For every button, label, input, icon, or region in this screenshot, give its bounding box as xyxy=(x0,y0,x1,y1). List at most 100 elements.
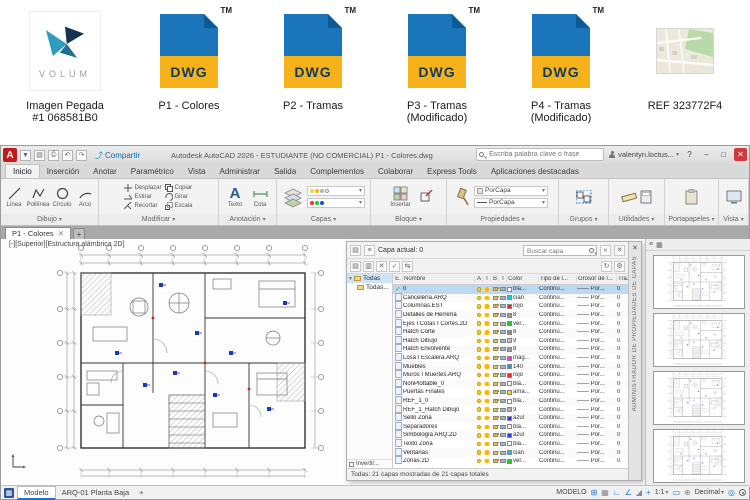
layer-freeze-icon[interactable] xyxy=(483,441,491,447)
layer-row[interactable]: Hatch Envolvente 8 Continu... —— Por... 0 xyxy=(393,345,628,354)
text-tool[interactable]: A Texto xyxy=(224,186,246,208)
palette-collapse-icon[interactable]: « xyxy=(600,244,611,256)
invert-checkbox[interactable] xyxy=(349,461,354,467)
dimension-tool[interactable]: Cota xyxy=(249,186,271,208)
column-header[interactable]: Grosor de l... xyxy=(577,276,617,282)
filter-node-used[interactable]: Todas... xyxy=(347,283,392,292)
layer-transparency-cell[interactable]: 0 xyxy=(617,321,628,327)
layer-transparency-cell[interactable]: 0 xyxy=(617,364,628,370)
panel-label-dibujo[interactable]: Dibujo ▾ xyxy=(1,214,98,225)
layer-row[interactable]: Columnas.EST rojo Continu... —— Por... 0 xyxy=(393,302,628,311)
ribbon-tab-aplicaciones-destacadas[interactable]: Aplicaciones destacadas xyxy=(484,165,586,178)
layer-transparency-cell[interactable]: 0 xyxy=(617,372,628,378)
layer-lock-icon[interactable] xyxy=(491,364,499,369)
layer-row[interactable]: Ventanas cian Continu... —— Por... 0 xyxy=(393,448,628,457)
ribbon-tab-inicio[interactable]: Inicio xyxy=(5,164,40,178)
layer-freeze-icon[interactable] xyxy=(483,330,491,335)
layer-on-icon[interactable] xyxy=(475,390,483,395)
layer-color-cell[interactable]: 8 xyxy=(507,312,539,318)
layer-freeze-icon[interactable] xyxy=(483,381,491,387)
layer-on-icon[interactable] xyxy=(475,364,483,369)
layer-freeze-icon[interactable] xyxy=(483,415,491,421)
layer-on-icon[interactable] xyxy=(475,295,483,301)
layer-transparency-cell[interactable]: 0 xyxy=(617,458,628,464)
layer-linetype-cell[interactable]: Continu... xyxy=(539,312,577,318)
polyline-tool[interactable]: Polilínea xyxy=(27,186,50,208)
layer-plot-icon[interactable] xyxy=(499,441,507,446)
grid-view-icon[interactable]: ▦ xyxy=(656,241,663,249)
file-tab-active[interactable]: P1 - Colores ✕ xyxy=(5,227,71,239)
layer-row[interactable]: Ejes I Cotas I Cortes.2D ver... Continu...… xyxy=(393,319,628,328)
layer-lock-icon[interactable] xyxy=(491,450,499,455)
layer-linetype-cell[interactable]: Continu... xyxy=(539,295,577,301)
layer-lineweight-cell[interactable]: —— Por... xyxy=(577,364,617,370)
layer-color-cell[interactable]: ama... xyxy=(507,389,539,395)
layer-lineweight-cell[interactable]: —— Por... xyxy=(577,441,617,447)
layer-linetype-cell[interactable]: Continu... xyxy=(539,303,577,309)
layer-on-icon[interactable] xyxy=(475,304,483,309)
object-color-dropdown[interactable]: PorCapa ▾ xyxy=(474,185,548,196)
layer-linetype-cell[interactable]: Continu... xyxy=(539,450,577,456)
layer-lock-icon[interactable] xyxy=(491,330,499,335)
layer-plot-icon[interactable] xyxy=(499,313,507,318)
layer-transparency-cell[interactable]: 0 xyxy=(617,338,628,344)
layer-linetype-cell[interactable]: Continu... xyxy=(539,364,577,370)
column-header[interactable]: E. xyxy=(393,276,403,282)
column-header[interactable]: Tipo de l... xyxy=(539,276,577,282)
layer-lineweight-cell[interactable]: —— Por... xyxy=(577,321,617,327)
layer-state-dropdown[interactable]: ▾ xyxy=(307,185,365,196)
layer-color-cell[interactable]: ver... xyxy=(507,321,539,327)
help-search-input[interactable] xyxy=(489,149,601,160)
layer-transparency-cell[interactable]: 0 xyxy=(617,407,628,413)
sheet-thumbnail[interactable] xyxy=(652,313,745,367)
layer-plot-icon[interactable] xyxy=(499,433,507,438)
panel-label-modificar[interactable]: Modificar ▾ xyxy=(99,214,218,225)
save-icon[interactable]: ▼ xyxy=(20,149,31,161)
new-tab-button[interactable]: + xyxy=(72,228,85,239)
panel-label-utilidades[interactable]: Utilidades ▾ xyxy=(609,214,664,225)
layer-transparency-cell[interactable]: 0 xyxy=(617,295,628,301)
model-tab[interactable]: Modelo xyxy=(17,485,56,500)
layer-linetype-cell[interactable]: Continu... xyxy=(539,372,577,378)
layer-plot-icon[interactable] xyxy=(499,381,507,386)
layer-lock-icon[interactable] xyxy=(491,287,499,292)
layer-lock-icon[interactable] xyxy=(491,416,499,421)
layer-transparency-cell[interactable]: 0 xyxy=(617,450,628,456)
layer-lineweight-cell[interactable]: —— Por... xyxy=(577,415,617,421)
layer-freeze-icon[interactable] xyxy=(483,424,491,430)
insert-block-tool[interactable]: Insertar xyxy=(385,186,417,208)
layer-linetype-cell[interactable]: Continu... xyxy=(539,441,577,447)
layer-lineweight-cell[interactable]: —— Por... xyxy=(577,372,617,378)
list-view-icon[interactable]: ≡ xyxy=(649,241,653,248)
isometric-toggle-icon[interactable]: ◢ xyxy=(636,488,642,497)
ribbon-tab-paramétrico[interactable]: Paramétrico xyxy=(124,165,181,178)
annotation-visibility-icon[interactable]: ▭ xyxy=(672,488,680,497)
layer-color-cell[interactable]: cian xyxy=(507,450,539,456)
layer-color-cell[interactable]: 8 xyxy=(507,346,539,352)
layer-on-icon[interactable] xyxy=(475,321,483,326)
layer-freeze-icon[interactable] xyxy=(483,355,491,361)
panel-label-grupos[interactable]: Grupos ▾ xyxy=(559,214,608,225)
layer-on-icon[interactable] xyxy=(475,312,483,318)
layer-transparency-cell[interactable]: 0 xyxy=(617,286,628,292)
layer-lock-icon[interactable] xyxy=(491,390,499,395)
scale-tool[interactable]: Escala xyxy=(164,201,193,210)
layer-on-icon[interactable] xyxy=(475,338,483,344)
autocad-app-icon[interactable]: A xyxy=(3,148,17,162)
layer-lock-icon[interactable] xyxy=(491,399,499,404)
layer-row[interactable]: Hatch Corte 8 Continu... —— Por... 0 xyxy=(393,327,628,337)
ribbon-tab-administrar[interactable]: Administrar xyxy=(213,165,267,178)
view-icon[interactable] xyxy=(726,190,742,204)
dynamic-input-icon[interactable]: + xyxy=(646,488,651,497)
layer-row[interactable]: Cancelería.ARQ cian Continu... —— Por... 0 xyxy=(393,293,628,303)
sheet-thumbnail[interactable] xyxy=(652,429,745,483)
layer-freeze-icon[interactable] xyxy=(483,450,491,455)
layer-linetype-cell[interactable]: Continu... xyxy=(539,338,577,344)
trim-tool[interactable]: Recortar xyxy=(124,201,161,210)
layer-row[interactable]: Sello Zona azul Continu... —— Por... 0 xyxy=(393,413,628,423)
sheet-thumbnail[interactable] xyxy=(652,371,745,425)
layer-linetype-cell[interactable]: Continu... xyxy=(539,458,577,464)
layer-freeze-icon[interactable] xyxy=(483,433,491,438)
layer-color-cell[interactable]: azul xyxy=(507,415,539,421)
open-icon[interactable]: ▤ xyxy=(34,149,45,161)
